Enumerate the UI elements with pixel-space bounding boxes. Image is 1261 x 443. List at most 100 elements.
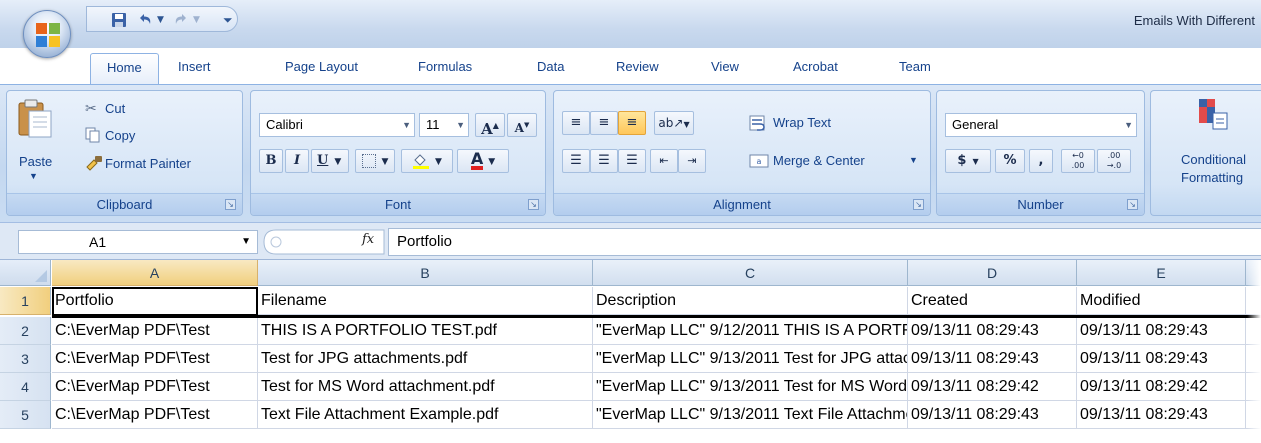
increase-decimal-button[interactable]: ←0 .00 xyxy=(1061,149,1095,173)
number-format-dropdown-icon[interactable]: ▼ xyxy=(1124,114,1133,136)
align-center-button[interactable]: ☰ xyxy=(590,149,618,173)
column-header-b[interactable]: B xyxy=(258,260,593,286)
font-color-dropdown-icon[interactable]: ▼ xyxy=(488,157,495,167)
table-cell[interactable]: Text File Attachment Example.pdf xyxy=(258,401,593,429)
table-cell[interactable]: C:\EverMap PDF\Test xyxy=(52,373,258,401)
font-size-dropdown-icon[interactable]: ▼ xyxy=(456,114,465,136)
tab-data[interactable]: Data xyxy=(537,56,564,84)
table-cell[interactable]: C:\EverMap PDF\Test xyxy=(52,345,258,373)
tab-team[interactable]: Team xyxy=(899,56,931,84)
align-middle-button[interactable]: ≡ xyxy=(590,111,618,135)
undo-icon[interactable] xyxy=(137,10,153,30)
name-box[interactable]: A1 ▼ xyxy=(18,230,258,254)
table-cell[interactable]: Filename xyxy=(258,287,593,315)
tab-page-layout[interactable]: Page Layout xyxy=(285,56,358,84)
column-header-a[interactable]: A xyxy=(52,260,258,286)
undo-dropdown-icon[interactable]: ▼ xyxy=(157,10,164,30)
shrink-font-button[interactable]: A▼ xyxy=(507,113,537,137)
row-header[interactable]: 2 xyxy=(0,317,51,345)
align-left-button[interactable]: ☰ xyxy=(562,149,590,173)
comma-button[interactable]: , xyxy=(1029,149,1053,173)
format-painter-icon[interactable] xyxy=(85,155,103,174)
format-painter-button[interactable]: Format Painter xyxy=(105,156,191,171)
table-cell[interactable]: Modified xyxy=(1077,287,1246,315)
tab-insert[interactable]: Insert xyxy=(178,56,211,84)
table-cell[interactable]: C:\EverMap PDF\Test xyxy=(52,317,258,345)
copy-icon[interactable] xyxy=(85,127,101,146)
tab-acrobat[interactable]: Acrobat xyxy=(793,56,838,84)
percent-button[interactable]: % xyxy=(995,149,1025,173)
table-cell[interactable]: Created xyxy=(908,287,1077,315)
table-cell[interactable]: C:\EverMap PDF\Test xyxy=(52,401,258,429)
table-cell[interactable]: Description xyxy=(593,287,908,315)
bold-button[interactable]: B xyxy=(259,149,283,173)
office-button[interactable] xyxy=(23,10,71,58)
name-box-dropdown-icon[interactable]: ▼ xyxy=(241,231,251,253)
column-header-d[interactable]: D xyxy=(908,260,1077,286)
fill-color-button[interactable]: ▼ xyxy=(401,149,453,173)
number-dialog-launcher-icon[interactable]: ↘ xyxy=(1127,199,1138,210)
tab-view[interactable]: View xyxy=(711,56,739,84)
row-header[interactable]: 5 xyxy=(0,401,51,429)
table-cell[interactable]: Test for JPG attachments.pdf xyxy=(258,345,593,373)
table-cell[interactable]: 09/13/11 08:29:43 xyxy=(1077,345,1246,373)
table-cell[interactable]: Portfolio xyxy=(52,287,258,315)
copy-button[interactable]: Copy xyxy=(105,128,135,143)
column-header-e[interactable]: E xyxy=(1077,260,1246,286)
redo-dropdown-icon[interactable]: ▼ xyxy=(193,10,200,30)
table-cell[interactable]: "EverMap LLC" 9/12/2011 THIS IS A PORTFO… xyxy=(593,317,908,345)
table-cell[interactable]: 09/13/11 08:29:42 xyxy=(1077,373,1246,401)
underline-button[interactable]: U ▼ xyxy=(311,149,349,173)
column-header-c[interactable]: C xyxy=(593,260,908,286)
table-cell[interactable]: Test for MS Word attachment.pdf xyxy=(258,373,593,401)
alignment-dialog-launcher-icon[interactable]: ↘ xyxy=(913,199,924,210)
borders-button[interactable]: ▼ xyxy=(355,149,395,173)
tab-home[interactable]: Home xyxy=(90,53,159,84)
number-format-combo[interactable]: General ▼ xyxy=(945,113,1137,137)
merge-center-button[interactable]: Merge & Center xyxy=(773,153,865,168)
cut-icon[interactable]: ✂ xyxy=(85,101,97,117)
orientation-button[interactable]: ab↗▼ xyxy=(654,111,694,135)
decrease-decimal-button[interactable]: .00 →.0 xyxy=(1097,149,1131,173)
row-header[interactable]: 4 xyxy=(0,373,51,401)
increase-indent-button[interactable]: ⇥ xyxy=(678,149,706,173)
align-right-button[interactable]: ☰ xyxy=(618,149,646,173)
table-cell[interactable]: THIS IS A PORTFOLIO TEST.pdf xyxy=(258,317,593,345)
align-top-button[interactable]: ≡ xyxy=(562,111,590,135)
clipboard-dialog-launcher-icon[interactable]: ↘ xyxy=(225,199,236,210)
currency-button[interactable]: $ ▼ xyxy=(945,149,991,173)
conditional-formatting-label-2[interactable]: Formatting xyxy=(1181,170,1243,185)
table-cell[interactable]: 09/13/11 08:29:43 xyxy=(908,401,1077,429)
table-cell[interactable]: 09/13/11 08:29:43 xyxy=(1077,317,1246,345)
conditional-formatting-label-1[interactable]: Conditional xyxy=(1181,152,1246,167)
merge-center-dropdown-icon[interactable]: ▼ xyxy=(909,155,918,165)
insert-function-icon[interactable]: fx xyxy=(362,232,374,247)
font-name-combo[interactable]: Calibri ▼ xyxy=(259,113,415,137)
paste-icon[interactable] xyxy=(15,97,55,141)
orientation-dropdown-icon[interactable]: ▼ xyxy=(683,120,689,129)
table-cell[interactable]: 09/13/11 08:29:43 xyxy=(908,345,1077,373)
customize-toolbar-icon[interactable]: ⏷ xyxy=(223,10,233,30)
align-bottom-button[interactable]: ≡ xyxy=(618,111,646,135)
font-color-button[interactable]: A ▼ xyxy=(457,149,509,173)
select-all-button[interactable] xyxy=(0,260,51,286)
redo-icon[interactable] xyxy=(173,10,189,30)
table-cell[interactable]: "EverMap LLC" 9/13/2011 Test for JPG att… xyxy=(593,345,908,373)
italic-button[interactable]: I xyxy=(285,149,309,173)
conditional-formatting-icon[interactable] xyxy=(1197,97,1229,136)
paste-dropdown-icon[interactable]: ▼ xyxy=(29,171,38,181)
formula-input[interactable]: Portfolio xyxy=(388,228,1261,256)
table-cell[interactable]: 09/13/11 08:29:42 xyxy=(908,373,1077,401)
tab-formulas[interactable]: Formulas xyxy=(418,56,472,84)
decrease-indent-button[interactable]: ⇤ xyxy=(650,149,678,173)
row-header[interactable]: 3 xyxy=(0,345,51,373)
wrap-text-button[interactable]: Wrap Text xyxy=(773,115,831,130)
row-header[interactable]: 1 xyxy=(0,287,51,315)
table-cell[interactable]: "EverMap LLC" 9/13/2011 Test for MS Word… xyxy=(593,373,908,401)
paste-button[interactable]: Paste xyxy=(19,154,52,169)
grow-font-button[interactable]: A▲ xyxy=(475,113,505,138)
cut-button[interactable]: Cut xyxy=(105,101,125,116)
font-dialog-launcher-icon[interactable]: ↘ xyxy=(528,199,539,210)
table-cell[interactable]: 09/13/11 08:29:43 xyxy=(908,317,1077,345)
fill-color-dropdown-icon[interactable]: ▼ xyxy=(435,157,442,167)
